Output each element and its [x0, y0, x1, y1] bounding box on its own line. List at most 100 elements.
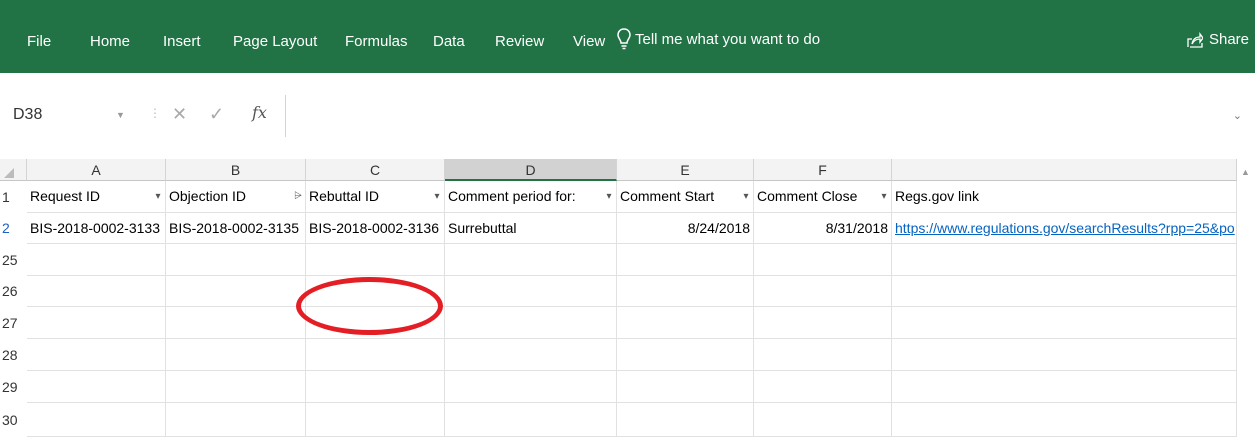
tell-me-search[interactable]: Tell me what you want to do — [617, 28, 820, 50]
cell-d26[interactable] — [445, 276, 617, 307]
cell-c29[interactable] — [306, 371, 445, 403]
cell-a25[interactable] — [27, 244, 166, 276]
cell-e27[interactable] — [617, 307, 754, 339]
dropdown-icon[interactable]: ▾ — [152, 189, 164, 205]
column-header-f[interactable]: F — [754, 159, 892, 181]
cell-b25[interactable] — [166, 244, 306, 276]
cell-g27[interactable] — [892, 307, 1237, 339]
row-header-28[interactable]: 28 — [0, 339, 27, 371]
cell-f1[interactable]: Comment Close — [754, 181, 892, 213]
cell-c28[interactable] — [306, 339, 445, 371]
column-header-a[interactable]: A — [27, 159, 166, 181]
cell-a2[interactable]: BIS-2018-0002-3133 — [27, 213, 166, 244]
column-header-e[interactable]: E — [617, 159, 754, 181]
dropdown-icon[interactable]: ▾ — [878, 189, 890, 205]
cell-e2[interactable]: 8/24/2018 — [617, 213, 754, 244]
dropdown-icon[interactable]: ▾ — [431, 189, 443, 205]
tab-insert[interactable]: Insert — [163, 33, 201, 50]
cell-d29[interactable] — [445, 371, 617, 403]
cell-c25[interactable] — [306, 244, 445, 276]
cell-g29[interactable] — [892, 371, 1237, 403]
row-header-29[interactable]: 29 — [0, 371, 27, 403]
cell-a1[interactable]: Request ID — [27, 181, 166, 213]
cell-b27[interactable] — [166, 307, 306, 339]
column-header-d[interactable]: D — [445, 159, 617, 181]
cell-e1[interactable]: Comment Start — [617, 181, 754, 213]
cell-f26[interactable] — [754, 276, 892, 307]
dropdown-icon[interactable]: ▾ — [740, 189, 752, 205]
scroll-up-icon[interactable]: ▲ — [1241, 167, 1250, 177]
cancel-icon[interactable]: ✕ — [172, 104, 187, 125]
column-header-b[interactable]: B — [166, 159, 306, 181]
cell-f27[interactable] — [754, 307, 892, 339]
cell-b26[interactable] — [166, 276, 306, 307]
name-box-value: D38 — [13, 106, 43, 123]
cell-c27[interactable] — [306, 307, 445, 339]
cell-e29[interactable] — [617, 371, 754, 403]
cell-e26[interactable] — [617, 276, 754, 307]
cell-g25[interactable] — [892, 244, 1237, 276]
vertical-scrollbar[interactable]: ▲ — [1237, 159, 1255, 437]
row-header-25[interactable]: 25 — [0, 244, 27, 276]
cell-a30[interactable] — [27, 403, 166, 437]
cell-a27[interactable] — [27, 307, 166, 339]
cell-f29[interactable] — [754, 371, 892, 403]
filter-applied-icon[interactable]: ⩥ — [292, 189, 304, 205]
cell-g30[interactable] — [892, 403, 1237, 437]
name-box[interactable]: D38 ▼ — [8, 95, 134, 137]
cell-b28[interactable] — [166, 339, 306, 371]
row-header-30[interactable]: 30 — [0, 403, 27, 437]
formula-input[interactable]: ⌄ — [285, 95, 1246, 137]
cell-f28[interactable] — [754, 339, 892, 371]
cell-a28[interactable] — [27, 339, 166, 371]
cell-c30[interactable] — [306, 403, 445, 437]
cell-a29[interactable] — [27, 371, 166, 403]
share-button[interactable]: Share — [1187, 31, 1249, 48]
tab-review[interactable]: Review — [495, 33, 544, 50]
tab-page-layout[interactable]: Page Layout — [233, 33, 317, 50]
cell-f25[interactable] — [754, 244, 892, 276]
cell-g28[interactable] — [892, 339, 1237, 371]
tab-view[interactable]: View — [573, 33, 605, 50]
chevron-down-icon[interactable]: ▼ — [116, 110, 125, 120]
regs-gov-link[interactable]: https://www.regulations.gov/searchResult… — [895, 220, 1235, 236]
cell-e30[interactable] — [617, 403, 754, 437]
cell-d2[interactable]: Surrebuttal — [445, 213, 617, 244]
dropdown-icon[interactable]: ▾ — [603, 189, 615, 205]
cell-g26[interactable] — [892, 276, 1237, 307]
enter-icon[interactable]: ✓ — [209, 104, 224, 125]
cell-g1[interactable]: Regs.gov link — [892, 181, 1237, 213]
cell-d27[interactable] — [445, 307, 617, 339]
cell-f30[interactable] — [754, 403, 892, 437]
cell-b1[interactable]: Objection ID — [166, 181, 306, 213]
cell-e28[interactable] — [617, 339, 754, 371]
row-header-1[interactable]: 1 — [0, 181, 27, 213]
tab-file[interactable]: File — [27, 33, 51, 50]
row-header-27[interactable]: 27 — [0, 307, 27, 339]
cell-d30[interactable] — [445, 403, 617, 437]
select-all-corner[interactable] — [0, 159, 27, 181]
row-header-26[interactable]: 26 — [0, 276, 27, 307]
column-header-g[interactable] — [892, 159, 1237, 181]
cell-c26[interactable] — [306, 276, 445, 307]
tab-formulas[interactable]: Formulas — [345, 33, 408, 50]
cell-a26[interactable] — [27, 276, 166, 307]
cell-g2[interactable]: https://www.regulations.gov/searchResult… — [892, 213, 1237, 244]
cell-d25[interactable] — [445, 244, 617, 276]
column-header-c[interactable]: C — [306, 159, 445, 181]
cell-e25[interactable] — [617, 244, 754, 276]
cell-b30[interactable] — [166, 403, 306, 437]
row-header-2[interactable]: 2 — [0, 213, 27, 244]
cell-c2[interactable]: BIS-2018-0002-3136 — [306, 213, 445, 244]
cell-d1[interactable]: Comment period for: — [445, 181, 617, 213]
spreadsheet-grid[interactable]: A B C D E F 1 2 25 26 27 28 29 30 Reques… — [0, 159, 1255, 437]
insert-function-icon[interactable]: fx — [252, 103, 267, 122]
tab-home[interactable]: Home — [90, 33, 130, 50]
cell-b29[interactable] — [166, 371, 306, 403]
tab-data[interactable]: Data — [433, 33, 465, 50]
cell-d28[interactable] — [445, 339, 617, 371]
cell-c1[interactable]: Rebuttal ID — [306, 181, 445, 213]
cell-b2[interactable]: BIS-2018-0002-3135 — [166, 213, 306, 244]
cell-f2[interactable]: 8/31/2018 — [754, 213, 892, 244]
expand-formula-icon[interactable]: ⌄ — [1233, 109, 1242, 122]
